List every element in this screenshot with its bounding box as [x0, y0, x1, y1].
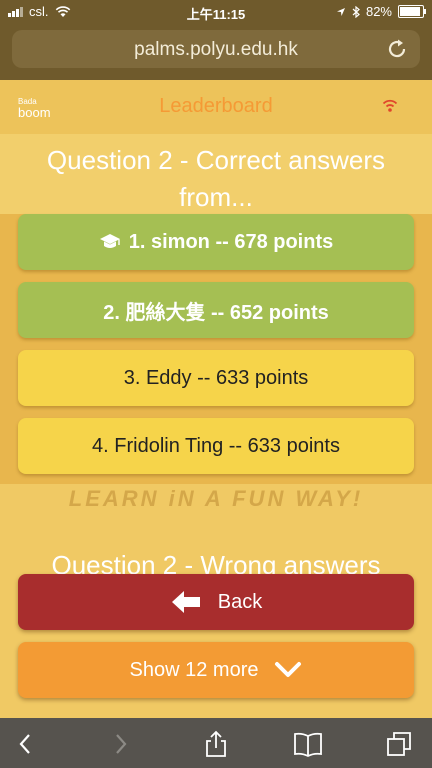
reload-icon[interactable]	[384, 36, 410, 62]
connection-wifi-icon	[382, 99, 398, 112]
watermark: LEARN iN A FUN WAY!	[68, 486, 364, 511]
forward-icon[interactable]	[106, 730, 134, 758]
leaderboard-row-label: 3. Eddy -- 633 points	[123, 366, 309, 389]
leaderboard-row[interactable]: 4. Fridolin Ting -- 633 points	[18, 418, 414, 474]
leaderboard-row[interactable]: 2. 肥絲大隻 -- 652 points	[18, 282, 414, 338]
bluetooth-icon	[352, 5, 360, 18]
arrow-left-icon	[171, 591, 200, 613]
leaderboard-row[interactable]: 1. simon -- 678 points	[18, 214, 414, 270]
app-header: Bada boom Leaderboard	[0, 80, 432, 134]
back-button-label: Back	[217, 590, 263, 613]
battery-percent: 82%	[365, 4, 392, 19]
chevron-down-icon	[275, 662, 302, 677]
correct-answers-title: Question 2 - Correct answers from...	[46, 145, 386, 212]
share-icon[interactable]	[202, 730, 230, 758]
url-text[interactable]: palms.polyu.edu.hk	[12, 39, 420, 61]
url-bar[interactable]: palms.polyu.edu.hk	[12, 30, 420, 68]
leaderboard-row[interactable]: 3. Eddy -- 633 points	[18, 350, 414, 406]
back-button[interactable]: Back	[18, 574, 414, 630]
show-more-button[interactable]: Show 12 more	[18, 642, 414, 698]
back-icon[interactable]	[12, 730, 40, 758]
tabs-icon[interactable]	[385, 730, 413, 758]
location-icon	[336, 7, 345, 16]
graduation-cap-icon	[99, 234, 120, 248]
status-bar: csl. 上午11:15 82%	[0, 0, 432, 24]
leaderboard-row-label: 2. 肥絲大隻 -- 652 points	[103, 301, 329, 324]
browser-address-area: palms.polyu.edu.hk	[0, 24, 432, 80]
page-title: Leaderboard	[159, 95, 273, 117]
bookmarks-icon[interactable]	[293, 730, 323, 758]
leaderboard-row-label: 1. simon -- 678 points	[128, 230, 334, 253]
leaderboard-row-label: 4. Fridolin Ting -- 633 points	[92, 434, 340, 457]
browser-toolbar	[0, 718, 432, 768]
show-more-button-label: Show 12 more	[129, 658, 259, 681]
main-content: Question 2 - Correct answers from... 1. …	[0, 134, 432, 718]
status-right: 82%	[336, 4, 426, 19]
battery-icon	[398, 5, 426, 18]
